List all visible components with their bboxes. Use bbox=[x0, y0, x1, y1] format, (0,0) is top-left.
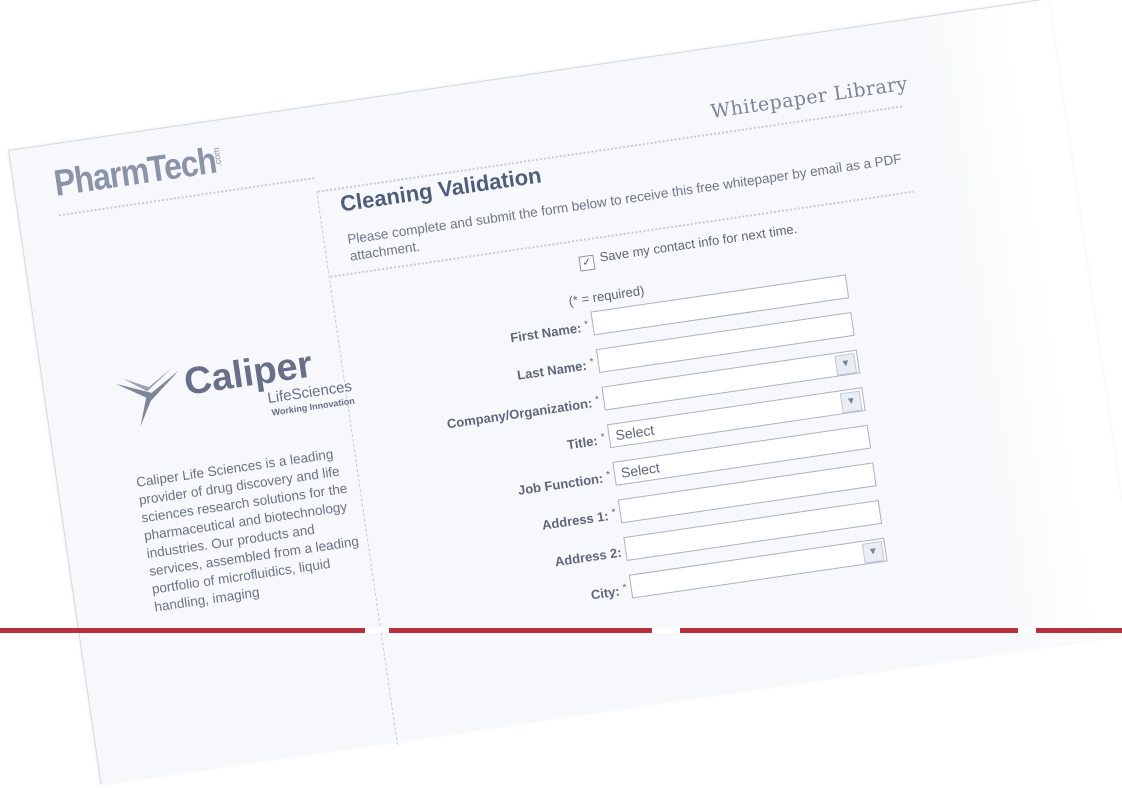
sponsor-description: Caliper Life Sciences is a leading provi… bbox=[135, 446, 360, 615]
title-select-value: Select bbox=[614, 421, 656, 444]
right-fade bbox=[909, 0, 1122, 653]
chevron-down-icon[interactable]: ▼ bbox=[834, 352, 858, 376]
library-title: Whitepaper Library bbox=[709, 72, 910, 124]
city-label: City: * bbox=[589, 582, 628, 603]
save-contact-label: Save my contact info for next time. bbox=[598, 221, 799, 265]
chevron-down-icon[interactable]: ▼ bbox=[861, 540, 885, 564]
bottom-accent-bar bbox=[0, 628, 1122, 633]
save-contact-option[interactable]: ✓ Save my contact info for next time. bbox=[578, 221, 799, 272]
first-name-label: First Name: * bbox=[509, 319, 590, 346]
whitepaper-page: PharmTech .com Whitepaper Library Calipe… bbox=[8, 0, 1122, 785]
pharmtech-logo-suffix: .com bbox=[210, 146, 224, 168]
bar-gap bbox=[652, 628, 680, 633]
address1-label: Address 1: * bbox=[540, 507, 617, 533]
bar-gap bbox=[1018, 628, 1036, 633]
last-name-label: Last Name: * bbox=[516, 356, 595, 383]
sponsor-logo[interactable]: Caliper LifeSciences Working Innovation bbox=[112, 336, 360, 440]
chevron-down-icon[interactable]: ▼ bbox=[839, 390, 863, 414]
address2-label: Address 2: bbox=[553, 544, 623, 570]
caliper-bird-icon bbox=[115, 367, 179, 427]
company-label: Company/Organization: * bbox=[445, 394, 601, 432]
title-label: Title: * bbox=[565, 431, 606, 453]
save-contact-checkbox[interactable]: ✓ bbox=[578, 254, 596, 272]
bar-gap bbox=[365, 628, 389, 633]
job-function-label: Job Function: * bbox=[516, 469, 612, 498]
job-function-select-value: Select bbox=[619, 459, 661, 481]
